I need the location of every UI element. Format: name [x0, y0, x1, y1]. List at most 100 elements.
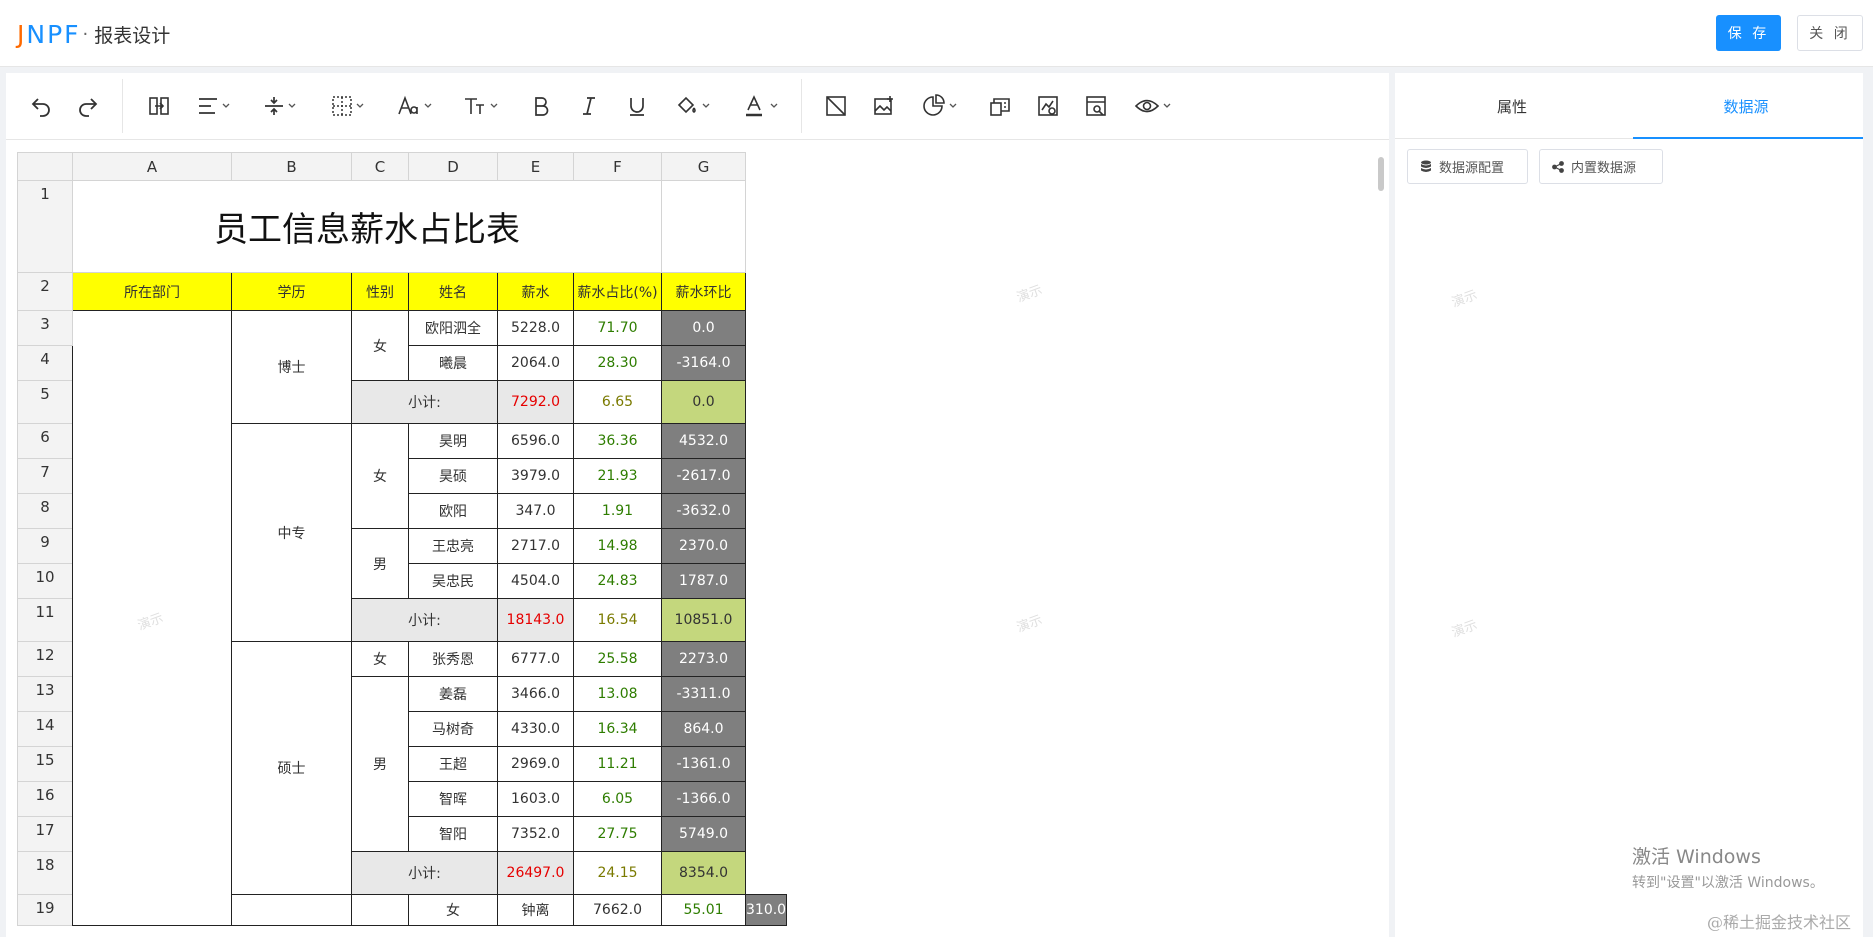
subtotal-pct-cell[interactable]: 6.65 — [573, 380, 662, 424]
row-header[interactable]: 2 — [17, 272, 73, 311]
gender-cell[interactable]: 女 — [408, 894, 498, 926]
row-header[interactable]: 18 — [17, 851, 73, 895]
insert-barcode-icon[interactable] — [985, 89, 1015, 123]
ring-cell[interactable]: 2273.0 — [661, 641, 746, 677]
name-cell[interactable]: 曦晨 — [408, 345, 498, 381]
ring-cell[interactable]: -3632.0 — [661, 493, 746, 529]
corner-cell[interactable] — [17, 152, 73, 181]
gender-cell[interactable]: 女 — [351, 310, 409, 381]
name-cell[interactable]: 马树奇 — [408, 711, 498, 747]
tab-properties[interactable]: 属性 — [1395, 73, 1629, 139]
row-header[interactable]: 12 — [17, 641, 73, 677]
subtotal-salary-cell[interactable]: 7292.0 — [497, 380, 574, 424]
subtotal-pct-cell[interactable]: 24.15 — [573, 851, 662, 895]
gender-cell[interactable]: 男 — [351, 676, 409, 852]
column-header[interactable]: E — [497, 152, 574, 181]
bold-icon[interactable] — [526, 89, 556, 123]
subtotal-ring-cell[interactable]: 8354.0 — [661, 851, 746, 895]
font-size-icon[interactable] — [458, 89, 504, 123]
pct-cell[interactable]: 55.01 — [661, 894, 746, 926]
edu-cell[interactable]: 中专 — [231, 423, 352, 642]
column-header[interactable]: B — [231, 152, 352, 181]
name-cell[interactable]: 智晖 — [408, 781, 498, 817]
pct-cell[interactable]: 11.21 — [573, 746, 662, 782]
column-header[interactable]: A — [72, 152, 232, 181]
ring-cell[interactable]: -1366.0 — [661, 781, 746, 817]
header-cell-salary[interactable]: 薪水 — [497, 272, 574, 311]
salary-cell[interactable]: 347.0 — [497, 493, 574, 529]
insert-qrcode-icon[interactable] — [1033, 89, 1063, 123]
row-header[interactable]: 19 — [17, 894, 73, 926]
redo-icon[interactable] — [73, 89, 103, 123]
row-header[interactable]: 16 — [17, 781, 73, 817]
salary-cell[interactable]: 2969.0 — [497, 746, 574, 782]
salary-cell[interactable]: 6777.0 — [497, 641, 574, 677]
salary-cell[interactable]: 5228.0 — [497, 310, 574, 346]
column-header[interactable]: G — [661, 152, 746, 181]
sheet-cell[interactable] — [661, 180, 746, 273]
report-title-cell[interactable]: 员工信息薪水占比表 — [72, 180, 662, 273]
name-cell[interactable]: 欧阳 — [408, 493, 498, 529]
name-cell[interactable]: 钟离 — [497, 894, 574, 926]
row-header[interactable]: 9 — [17, 528, 73, 564]
preview-icon[interactable] — [1129, 89, 1177, 123]
font-color-icon[interactable] — [738, 89, 784, 123]
salary-cell[interactable]: 6596.0 — [497, 423, 574, 459]
name-cell[interactable]: 昊硕 — [408, 458, 498, 494]
salary-cell[interactable]: 2717.0 — [497, 528, 574, 564]
border-icon[interactable] — [326, 89, 370, 123]
salary-cell[interactable]: 7662.0 — [573, 894, 662, 926]
row-header[interactable]: 15 — [17, 746, 73, 782]
name-cell[interactable]: 王超 — [408, 746, 498, 782]
header-cell-pct[interactable]: 薪水占比(%) — [573, 272, 662, 311]
salary-cell[interactable]: 2064.0 — [497, 345, 574, 381]
preview-print-icon[interactable] — [1081, 89, 1111, 123]
name-cell[interactable]: 昊明 — [408, 423, 498, 459]
slash-header-icon[interactable] — [821, 89, 851, 123]
sheet-grid[interactable]: A B C D E F G 1 员工信息薪水占比表 2 所在部门 学历 性别 姓… — [17, 152, 788, 926]
undo-icon[interactable] — [26, 89, 56, 123]
header-cell-edu[interactable]: 学历 — [231, 272, 352, 311]
save-button[interactable]: 保 存 — [1716, 15, 1781, 51]
tab-datasource[interactable]: 数据源 — [1629, 73, 1863, 139]
edu-cell[interactable]: 硕士 — [231, 641, 352, 895]
header-cell-gender[interactable]: 性别 — [351, 272, 409, 311]
salary-cell[interactable]: 4330.0 — [497, 711, 574, 747]
row-header[interactable]: 10 — [17, 563, 73, 599]
datasource-config-button[interactable]: 数据源配置 — [1407, 149, 1528, 184]
ring-cell[interactable]: 1787.0 — [661, 563, 746, 599]
row-header[interactable]: 4 — [17, 345, 73, 381]
pct-cell[interactable]: 21.93 — [573, 458, 662, 494]
row-header[interactable]: 5 — [17, 380, 73, 424]
align-horizontal-icon[interactable] — [192, 89, 236, 123]
vertical-scrollbar[interactable] — [1378, 157, 1384, 191]
subtotal-pct-cell[interactable]: 16.54 — [573, 598, 662, 642]
ring-cell[interactable]: -2617.0 — [661, 458, 746, 494]
row-header[interactable]: 6 — [17, 423, 73, 459]
ring-cell[interactable]: -3164.0 — [661, 345, 746, 381]
subtotal-salary-cell[interactable]: 26497.0 — [497, 851, 574, 895]
salary-cell[interactable]: 3466.0 — [497, 676, 574, 712]
name-cell[interactable]: 吴忠民 — [408, 563, 498, 599]
row-header[interactable]: 17 — [17, 816, 73, 852]
pct-cell[interactable]: 36.36 — [573, 423, 662, 459]
font-family-icon[interactable] — [392, 89, 438, 123]
column-header[interactable]: F — [573, 152, 662, 181]
row-header[interactable]: 13 — [17, 676, 73, 712]
name-cell[interactable]: 张秀恩 — [408, 641, 498, 677]
salary-cell[interactable]: 3979.0 — [497, 458, 574, 494]
pct-cell[interactable]: 16.34 — [573, 711, 662, 747]
pct-cell[interactable]: 13.08 — [573, 676, 662, 712]
merge-cells-icon[interactable] — [144, 89, 174, 123]
edu-cell[interactable] — [351, 894, 409, 926]
name-cell[interactable]: 王忠亮 — [408, 528, 498, 564]
header-cell-ring[interactable]: 薪水环比 — [661, 272, 746, 311]
subtotal-label-cell[interactable]: 小计: — [351, 851, 498, 895]
pct-cell[interactable]: 28.30 — [573, 345, 662, 381]
builtin-datasource-button[interactable]: 内置数据源 — [1539, 149, 1663, 184]
name-cell[interactable]: 姜磊 — [408, 676, 498, 712]
column-header[interactable]: D — [408, 152, 498, 181]
ring-cell[interactable]: 310.0 — [744, 894, 788, 926]
salary-cell[interactable]: 4504.0 — [497, 563, 574, 599]
subtotal-ring-cell[interactable]: 10851.0 — [661, 598, 746, 642]
